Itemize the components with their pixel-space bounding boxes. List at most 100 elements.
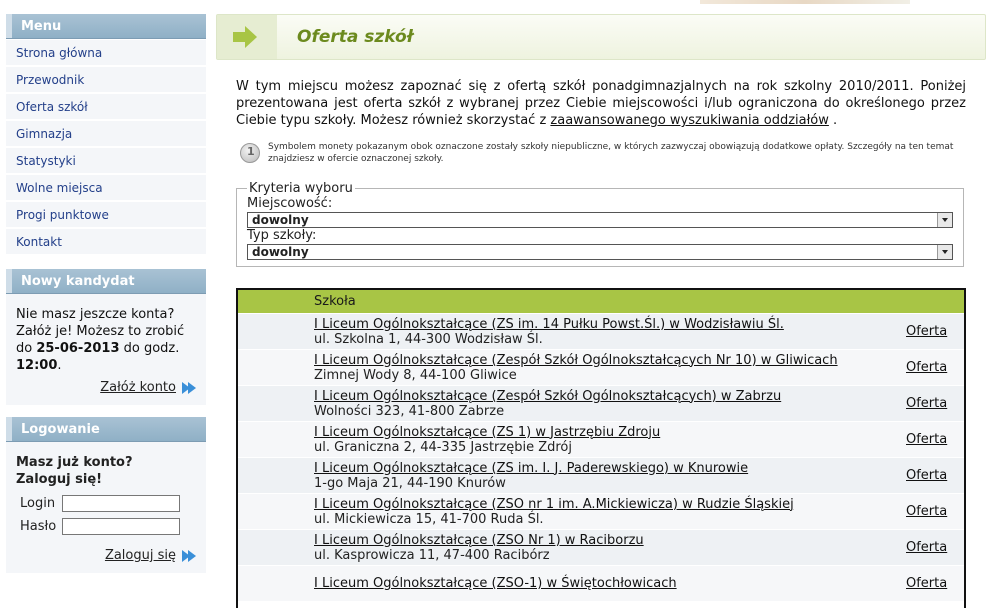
- coin-icon: [240, 143, 260, 163]
- school-info: I Liceum Ogólnokształcące (ZSO-1) w Świę…: [314, 576, 874, 591]
- offer-cell: Oferta: [906, 360, 947, 375]
- school-address: Wolności 323, 41-800 Zabrze: [314, 403, 505, 419]
- banner-image: [700, 0, 910, 4]
- school-name-link[interactable]: I Liceum Ogólnokształcące (ZSO-1) w Świę…: [314, 576, 677, 591]
- table-header: Szkoła: [238, 290, 964, 313]
- table-row: I Liceum Ogólnokształcące (ZSO-1) w Świę…: [238, 565, 964, 601]
- school-address: Zimnej Wody 8, 44-100 Gliwice: [314, 367, 517, 383]
- create-account-link[interactable]: Załóż konto: [100, 380, 176, 395]
- offer-link[interactable]: Oferta: [906, 432, 947, 447]
- chevron-down-icon[interactable]: [937, 213, 952, 227]
- offer-cell: Oferta: [906, 432, 947, 447]
- new-candidate-text: Nie masz jeszcze konta? Załóż je! Możesz…: [6, 294, 206, 380]
- coin-note: Symbolem monety pokazanym obok oznaczone…: [236, 141, 966, 165]
- city-select-value: dowolny: [252, 213, 309, 227]
- offer-cell: Oferta: [906, 468, 947, 483]
- city-label: Miejscowość:: [247, 196, 333, 211]
- main-content: Oferta szkół W tym miejscu możesz zapozn…: [216, 14, 986, 608]
- school-name-link[interactable]: I Liceum Ogólnokształcące (ZS im. I. J. …: [314, 461, 748, 476]
- sidebar-item-strona-glowna[interactable]: Strona główna: [6, 40, 206, 66]
- school-name-link[interactable]: I Liceum Ogólnokształcące (ZSO Nr 1) w R…: [314, 533, 644, 548]
- new-candidate-heading: Nowy kandydat: [6, 269, 206, 294]
- table-row: I Liceum Ogólnokształcące (ZS im. I. J. …: [238, 457, 964, 493]
- school-address: ul. Mickiewicza 15, 41-700 Ruda Śl.: [314, 511, 544, 527]
- criteria-legend: Kryteria wyboru: [249, 181, 353, 196]
- password-input[interactable]: [62, 518, 180, 535]
- school-info: I Liceum Ogólnokształcące (ZSO Nr 1) w R…: [314, 533, 874, 563]
- password-field-row: Hasło: [6, 515, 206, 538]
- school-info: I Liceum Ogólnokształcące (ZS im. 14 Puł…: [314, 317, 874, 347]
- school-name-link[interactable]: I Liceum Ogólnokształcące (Zespół Szkół …: [314, 353, 838, 368]
- table-row: I Liceum Ogólnokształcące (ZSO Nr 1) w R…: [238, 529, 964, 565]
- school-name-link[interactable]: I Liceum Ogólnokształcące (Zespół Szkół …: [314, 389, 781, 404]
- login-input[interactable]: [62, 495, 180, 512]
- login-prompt-line1: Masz już konto?: [16, 455, 133, 470]
- sidebar-item-statystyki[interactable]: Statystyki: [6, 148, 206, 174]
- school-table: Szkoła I Liceum Ogólnokształcące (ZS im.…: [236, 288, 966, 608]
- table-row: I Liceum Ogólnokształcące (ZSO nr 1 im. …: [238, 493, 964, 529]
- coin-note-text: Symbolem monety pokazanym obok oznaczone…: [268, 142, 954, 164]
- sidebar-item-przewodnik[interactable]: Przewodnik: [6, 67, 206, 93]
- sidebar-item-oferta-szkol[interactable]: Oferta szkół: [6, 94, 206, 120]
- login-box: Logowanie Masz już konto? Zaloguj się! L…: [6, 417, 206, 573]
- sidebar-item-progi-punktowe[interactable]: Progi punktowe: [6, 202, 206, 228]
- double-arrow-right-icon[interactable]: [182, 381, 196, 394]
- school-info: I Liceum Ogólnokształcące (Zespół Szkół …: [314, 389, 874, 419]
- offer-cell: Oferta: [906, 540, 947, 555]
- school-address: ul. Graniczna 2, 44-335 Jastrzębie Zdrój: [314, 439, 572, 455]
- sidebar: Menu Strona główna Przewodnik Oferta szk…: [6, 14, 206, 585]
- school-info: I Liceum Ogólnokształcące (Zespół Szkół …: [314, 353, 874, 383]
- advanced-search-link[interactable]: zaawansowanego wyszukiwania oddziałów: [550, 113, 828, 128]
- login-link-row: Zaloguj się: [6, 538, 206, 573]
- offer-cell: Oferta: [906, 504, 947, 519]
- offer-link[interactable]: Oferta: [906, 396, 947, 411]
- school-info: I Liceum Ogólnokształcące (ZS im. I. J. …: [314, 461, 874, 491]
- page-title-bar: Oferta szkół: [216, 14, 986, 60]
- school-name-link[interactable]: I Liceum Ogólnokształcące (ZSO nr 1 im. …: [314, 497, 794, 512]
- login-label: Login: [20, 496, 56, 511]
- new-candidate-box: Nowy kandydat Nie masz jeszcze konta? Za…: [6, 269, 206, 405]
- new-candidate-text-2: do godz.: [119, 341, 180, 356]
- chevron-down-icon[interactable]: [937, 245, 952, 259]
- offer-link[interactable]: Oferta: [906, 324, 947, 339]
- sidebar-item-gimnazja[interactable]: Gimnazja: [6, 121, 206, 147]
- school-address: ul. Szkolna 1, 44-300 Wodzisław Śl.: [314, 331, 543, 347]
- deadline-time: 12:00: [16, 358, 58, 373]
- login-field-row: Login: [6, 492, 206, 515]
- sidebar-item-wolne-miejsca[interactable]: Wolne miejsca: [6, 175, 206, 201]
- school-type-select[interactable]: dowolny: [247, 244, 953, 260]
- school-name-link[interactable]: I Liceum Ogólnokształcące (ZS im. 14 Puł…: [314, 317, 784, 332]
- sidebar-menu: Menu Strona główna Przewodnik Oferta szk…: [6, 14, 206, 255]
- arrow-right-icon: [233, 26, 257, 48]
- title-arrow-box: [217, 15, 277, 59]
- page-title: Oferta szkół: [297, 27, 414, 47]
- school-info: I Liceum Ogólnokształcące (ZS 1) w Jastr…: [314, 425, 874, 455]
- offer-cell: Oferta: [906, 324, 947, 339]
- login-prompt-line2: Zaloguj się!: [16, 472, 103, 487]
- city-select[interactable]: dowolny: [247, 212, 953, 228]
- school-address: 1-go Maja 21, 44-190 Knurów: [314, 475, 506, 491]
- table-row: I Liceum Ogólnokształcące (ZS 1) w Jastr…: [238, 421, 964, 457]
- table-row: I Liceum Ogólnokształcące (Zespół Szkół …: [238, 349, 964, 385]
- create-account-row: Załóż konto: [6, 380, 206, 405]
- login-heading: Logowanie: [6, 417, 206, 442]
- menu-heading: Menu: [6, 14, 206, 39]
- password-label: Hasło: [20, 519, 57, 534]
- school-name-link[interactable]: I Liceum Ogólnokształcące (ZS 1) w Jastr…: [314, 425, 660, 440]
- offer-link[interactable]: Oferta: [906, 360, 947, 375]
- deadline-date: 25-06-2013: [36, 341, 120, 356]
- table-row: I Liceum Ogólnokształcące (Zespół Szkół …: [238, 385, 964, 421]
- offer-link[interactable]: Oferta: [906, 540, 947, 555]
- offer-link[interactable]: Oferta: [906, 468, 947, 483]
- sidebar-item-kontakt[interactable]: Kontakt: [6, 229, 206, 255]
- offer-link[interactable]: Oferta: [906, 576, 947, 591]
- new-candidate-text-3: .: [57, 358, 62, 373]
- offer-link[interactable]: Oferta: [906, 504, 947, 519]
- offer-cell: Oferta: [906, 396, 947, 411]
- criteria-fieldset: Kryteria wyboru Miejscowość: dowolny Typ…: [236, 181, 964, 267]
- login-link[interactable]: Zaloguj się: [105, 548, 176, 563]
- offer-cell: Oferta: [906, 576, 947, 591]
- intro-paragraph: W tym miejscu możesz zapoznać się z ofer…: [236, 78, 966, 129]
- double-arrow-right-icon[interactable]: [182, 549, 196, 562]
- school-type-select-value: dowolny: [252, 245, 309, 259]
